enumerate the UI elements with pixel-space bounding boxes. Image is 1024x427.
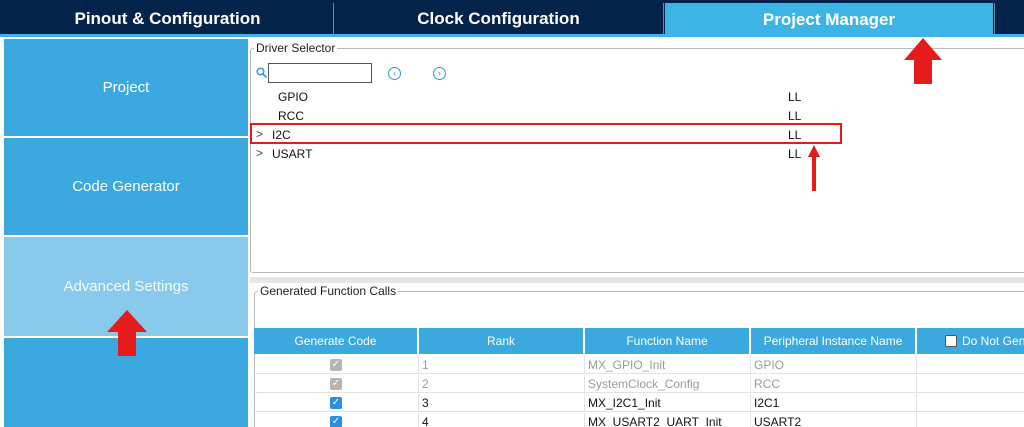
checkbox-checked-disabled-icon: ✓ <box>330 377 342 390</box>
table-cell-do-not-gen <box>917 375 1024 393</box>
driver-name: RCC <box>278 109 304 123</box>
top-tab-bar: Pinout & Configuration Clock Configurati… <box>0 0 1024 37</box>
table-row-1-generate: ✓ <box>254 356 419 374</box>
table-cell-instance: GPIO <box>751 356 917 374</box>
sidebar-item-label: Project <box>102 79 150 96</box>
table-cell-instance: RCC <box>751 375 917 393</box>
sidebar-item-label: Advanced Settings <box>63 278 189 295</box>
checkbox-checked-icon[interactable]: ✓ <box>330 415 342 427</box>
annotation-arrow-up-icon <box>904 38 942 84</box>
table-cell-function: MX_USART2_UART_Init <box>585 413 751 427</box>
tab-clock-configuration[interactable]: Clock Configuration <box>335 3 662 34</box>
driver-name: USART <box>272 147 313 161</box>
driver-name: GPIO <box>278 90 309 104</box>
driver-row-gpio[interactable]: GPIO LL <box>250 87 840 106</box>
table-cell-function: MX_I2C1_Init <box>585 394 751 412</box>
chevron-right-icon[interactable]: > <box>256 146 263 160</box>
table-cell-do-not-gen <box>917 356 1024 374</box>
chevron-right-circle-icon[interactable]: › <box>433 67 446 80</box>
table-row-3-generate[interactable]: ✓ <box>254 394 419 412</box>
sidebar-item-code-generator[interactable]: Code Generator <box>4 138 248 235</box>
annotation-arrow-up-icon <box>808 145 820 191</box>
tab-divider <box>663 3 664 34</box>
column-header-rank[interactable]: Rank <box>419 328 583 354</box>
main-panel: Driver Selector ‹ › GPIO LL RCC LL > I2C… <box>250 37 1024 427</box>
tab-divider <box>333 3 334 34</box>
search-icon <box>256 67 267 78</box>
tab-pinout-configuration[interactable]: Pinout & Configuration <box>3 3 332 34</box>
column-header-function-name[interactable]: Function Name <box>585 328 749 354</box>
table-cell-rank[interactable]: 3 <box>419 394 585 412</box>
table-cell-rank: 1 <box>419 356 585 374</box>
table-cell-function: MX_GPIO_Init <box>585 356 751 374</box>
driver-search-input[interactable] <box>268 63 372 83</box>
chevron-left-circle-icon[interactable]: ‹ <box>388 67 401 80</box>
driver-value[interactable]: LL <box>788 90 801 104</box>
column-header-generate-code[interactable]: Generate Code <box>254 328 417 354</box>
table-cell-rank: 2 <box>419 375 585 393</box>
driver-value[interactable]: LL <box>788 109 801 123</box>
tab-divider <box>994 3 995 34</box>
driver-row-usart[interactable]: > USART LL <box>250 144 840 163</box>
table-cell-instance: I2C1 <box>751 394 917 412</box>
column-header-label: Do Not Gen <box>962 334 1024 348</box>
annotation-highlight-box <box>250 123 842 144</box>
sidebar-item-label: Code Generator <box>72 178 180 195</box>
column-header-do-not-generate[interactable]: Do Not Gen <box>917 328 1024 354</box>
app-window: Pinout & Configuration Clock Configurati… <box>0 0 1024 427</box>
checkbox-checked-icon[interactable]: ✓ <box>330 396 342 409</box>
checkbox-checked-disabled-icon: ✓ <box>330 358 342 371</box>
tab-project-manager[interactable]: Project Manager <box>665 3 993 37</box>
panel-splitter[interactable] <box>250 277 1024 283</box>
sidebar-item-project[interactable]: Project <box>4 39 248 136</box>
table-cell-instance: USART2 <box>751 413 917 427</box>
sidebar: Project Code Generator Advanced Settings <box>0 37 250 427</box>
table-cell-do-not-gen[interactable] <box>917 394 1024 412</box>
table-cell-rank[interactable]: 4 <box>419 413 585 427</box>
table-row-2-generate: ✓ <box>254 375 419 393</box>
driver-value[interactable]: LL <box>788 147 801 161</box>
generated-function-calls-legend: Generated Function Calls <box>260 284 397 298</box>
table-cell-do-not-gen[interactable] <box>917 413 1024 427</box>
table-cell-function: SystemClock_Config <box>585 375 751 393</box>
table-row-4-generate[interactable]: ✓ <box>254 413 419 427</box>
column-header-peripheral-instance-name[interactable]: Peripheral Instance Name <box>751 328 915 354</box>
do-not-generate-checkbox-icon[interactable] <box>945 335 957 347</box>
driver-selector-legend: Driver Selector <box>256 41 336 55</box>
annotation-arrow-up-icon <box>107 310 147 356</box>
